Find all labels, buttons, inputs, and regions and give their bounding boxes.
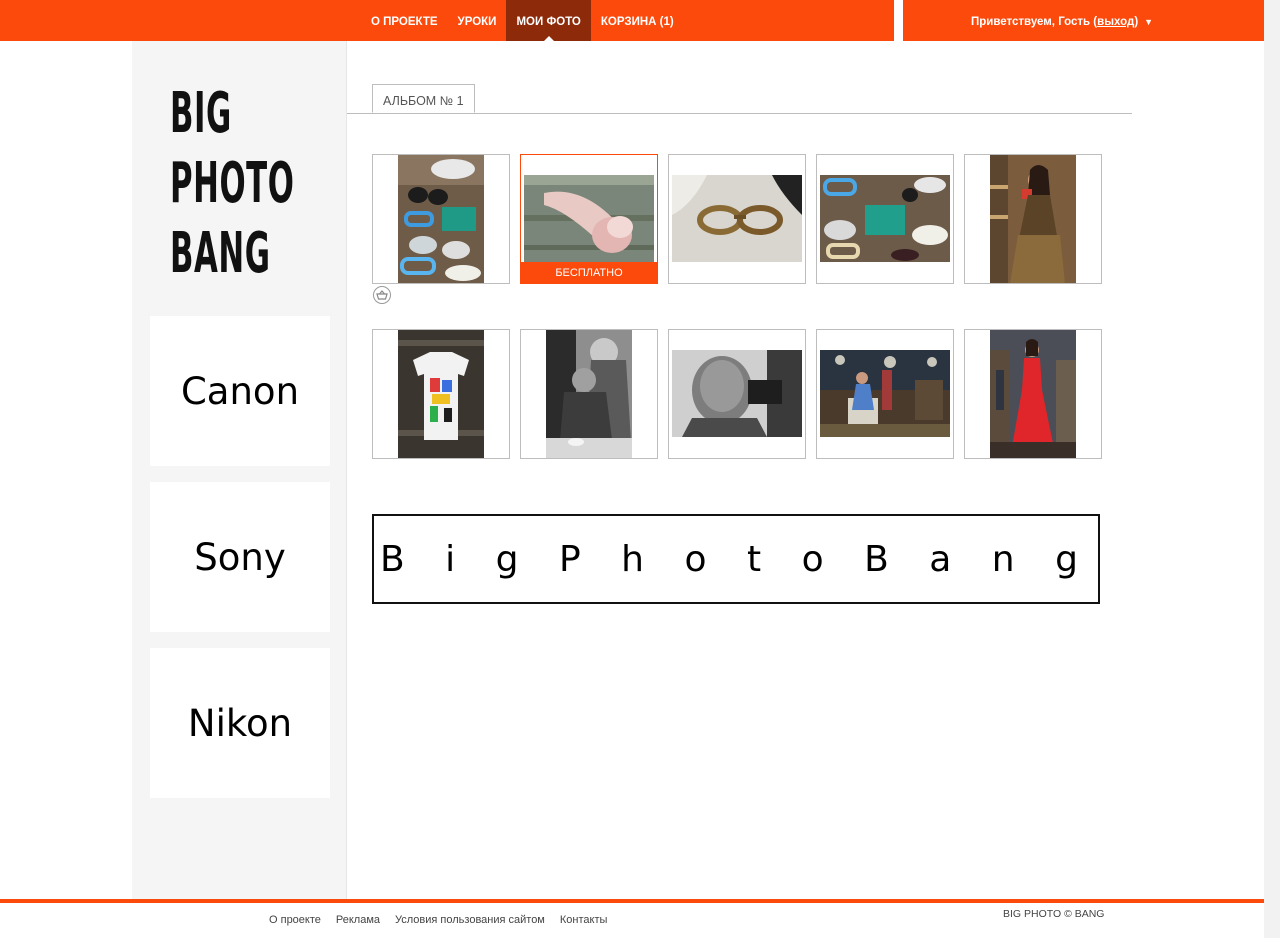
basket-icon[interactable] (373, 286, 391, 304)
footer-link-about[interactable]: О проекте (269, 914, 321, 926)
nav-item-about[interactable]: О ПРОЕКТЕ (361, 0, 448, 41)
banner-letter: o (684, 538, 707, 580)
banner-letter: i (445, 538, 456, 580)
logo-line: BIG (170, 81, 232, 146)
logout-link[interactable]: выход (1097, 16, 1134, 28)
banner-letter: t (746, 538, 762, 580)
banner-letter: g (495, 538, 519, 580)
nav-item-cart[interactable]: КОРЗИНА (1) (591, 0, 684, 41)
photo-thumbnail-glasses[interactable] (668, 154, 806, 284)
banner-letter: n (991, 538, 1015, 580)
chevron-down-icon[interactable]: ▼ (1144, 17, 1153, 27)
user-greeting: Приветствуем, Гость (выход) ▼ (971, 0, 1153, 41)
footer-link-contacts[interactable]: Контакты (560, 914, 608, 926)
photo-thumbnail-slippers[interactable]: БЕСПЛАТНО (520, 154, 658, 284)
basket-icon-glyph (376, 290, 388, 300)
album-tabs: АЛЬБОМ № 1 (347, 84, 1132, 114)
photo-thumbnail-leopard-dress[interactable] (964, 154, 1102, 284)
brand-card-nikon[interactable]: Nikon (150, 648, 330, 798)
photo-thumbnail-tshirt[interactable] (372, 329, 510, 459)
brand-card-sony[interactable]: Sony (150, 482, 330, 632)
banner-letter: B (864, 538, 889, 580)
photo-thumbnail-red-dress[interactable] (964, 329, 1102, 459)
banner-letter: a (929, 538, 952, 580)
scrollbar[interactable] (1264, 0, 1280, 938)
banner-letter: h (621, 538, 644, 580)
banner-letter: B (380, 538, 405, 580)
top-bar-divider (894, 0, 903, 41)
photo-image (398, 155, 484, 283)
photo-image (672, 350, 802, 437)
footer-divider (0, 899, 1264, 903)
photo-image (546, 330, 632, 458)
footer-link-advertising[interactable]: Реклама (336, 914, 380, 926)
copyright: BIG PHOTO © BANG (1003, 908, 1105, 920)
photo-image (990, 330, 1076, 458)
banner-letter: P (558, 538, 581, 580)
logo-line: PHOTO (170, 151, 295, 216)
photo-thumbnail-two-men[interactable] (520, 329, 658, 459)
banner-letter: g (1055, 538, 1078, 580)
greeting-close: ) (1134, 16, 1139, 28)
nav-item-lessons[interactable]: УРОКИ (448, 0, 507, 41)
site-logo[interactable]: BIG PHOTO BANG (170, 79, 294, 289)
photo-thumbnail-sunglasses-flatlay[interactable] (816, 154, 954, 284)
big-photo-bang-banner[interactable]: B i g P h o t o B a n g (372, 514, 1100, 604)
nav-item-my-photos[interactable]: МОИ ФОТО (506, 0, 591, 41)
photo-thumbnail-sunglasses[interactable] (372, 154, 510, 284)
photo-thumbnail-man-portrait[interactable] (668, 329, 806, 459)
tab-album-1[interactable]: АЛЬБОМ № 1 (372, 84, 475, 113)
photo-thumbnail-showroom[interactable] (816, 329, 954, 459)
brand-card-canon[interactable]: Canon (150, 316, 330, 466)
main-nav: О ПРОЕКТЕ УРОКИ МОИ ФОТО КОРЗИНА (1) (361, 0, 684, 41)
top-navigation-bar: О ПРОЕКТЕ УРОКИ МОИ ФОТО КОРЗИНА (1) При… (0, 0, 1264, 41)
photo-image (990, 155, 1076, 283)
greeting-text: Приветствуем, Гость ( (971, 16, 1098, 28)
sidebar: BIG PHOTO BANG Canon Sony Nikon (132, 41, 347, 899)
logo-line: BANG (170, 221, 271, 286)
banner-letter: o (801, 538, 824, 580)
footer-links: О проекте Реклама Условия пользования са… (269, 914, 607, 926)
photo-image (398, 330, 484, 458)
free-badge: БЕСПЛАТНО (521, 262, 657, 283)
footer-link-terms[interactable]: Условия пользования сайтом (395, 914, 545, 926)
photo-image (820, 175, 950, 262)
photo-image (524, 175, 654, 263)
photo-image (820, 350, 950, 437)
photo-image (672, 175, 802, 262)
